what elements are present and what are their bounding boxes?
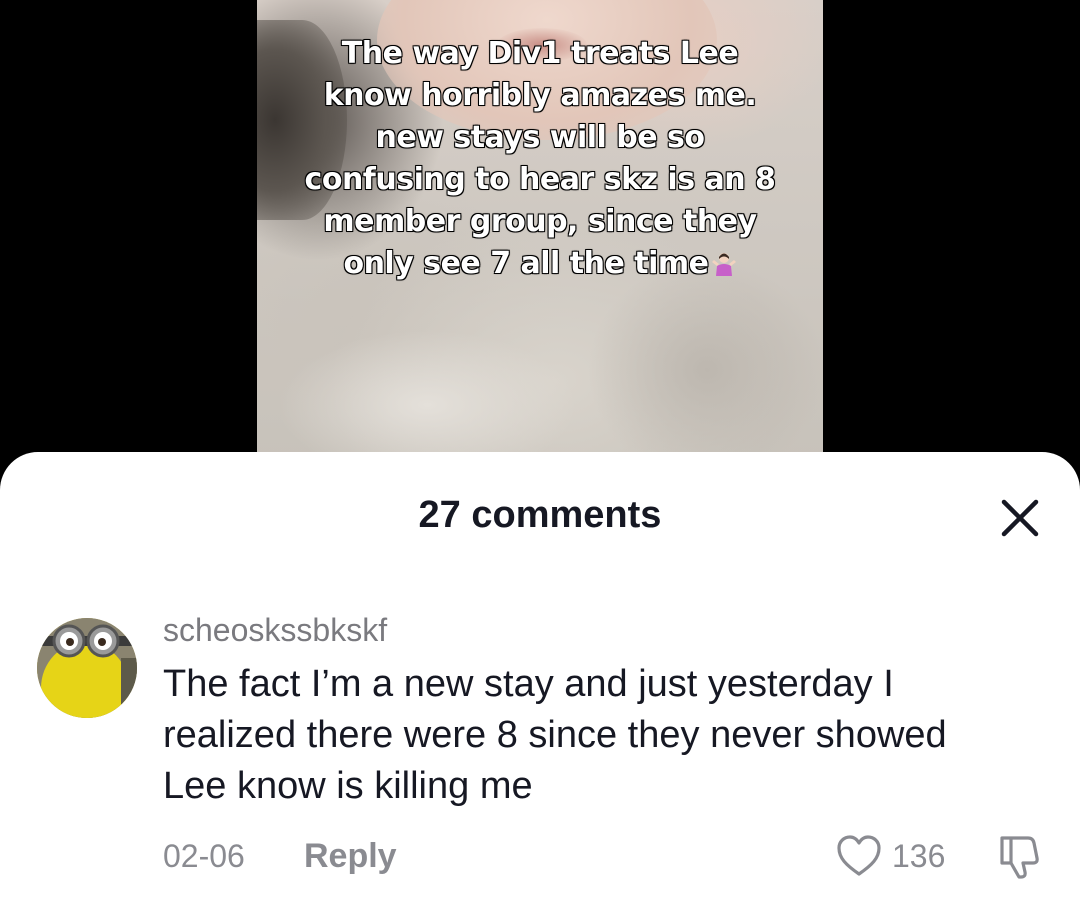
- minion-avatar-icon: [37, 618, 137, 718]
- avatar[interactable]: [37, 618, 137, 718]
- like-count: 136: [892, 838, 946, 874]
- comment-text: The fact I’m a new stay and just yesterd…: [163, 659, 1063, 812]
- caption-line: new stays will be so: [375, 119, 706, 156]
- person-shrugging-icon: [711, 253, 736, 276]
- close-icon[interactable]: [996, 494, 1044, 542]
- comment-username[interactable]: scheoskssbkskf: [163, 610, 387, 650]
- caption-line: The way Div1 treats Lee: [341, 35, 739, 72]
- video-frame[interactable]: The way Div1 treats Lee know horribly am…: [257, 0, 823, 470]
- comment-text-line: realized there were 8 since they never s…: [163, 714, 947, 756]
- heart-outline-icon[interactable]: [836, 834, 882, 878]
- comment-date: 02-06: [163, 838, 245, 874]
- comment-text-line: Lee know is killing me: [163, 765, 533, 807]
- video-fabric-shadow: [587, 260, 823, 470]
- thumbs-down-icon[interactable]: [996, 832, 1046, 882]
- caption-line: know horribly amazes me.: [323, 77, 758, 114]
- video-fabric-highlight: [277, 330, 577, 470]
- caption-line: confusing to hear skz is an 8: [304, 161, 777, 198]
- screen: The way Div1 treats Lee know horribly am…: [0, 0, 1080, 922]
- caption-line-text: only see 7 all the time: [343, 245, 710, 282]
- comments-count-title: 27 comments: [418, 494, 662, 536]
- caption-line-last: only see 7 all the time: [257, 243, 823, 285]
- reply-button[interactable]: Reply: [304, 836, 397, 876]
- comment-text-line: The fact I’m a new stay and just yesterd…: [163, 663, 894, 705]
- video-caption: The way Div1 treats Lee know horribly am…: [257, 33, 823, 285]
- caption-line: member group, since they: [323, 203, 758, 240]
